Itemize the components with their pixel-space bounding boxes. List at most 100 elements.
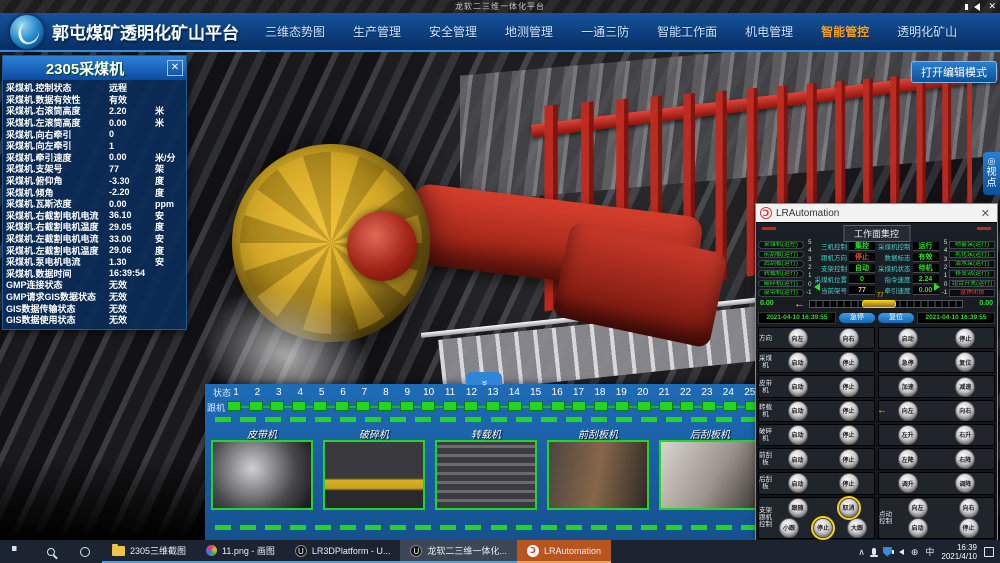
position-slider[interactable]: 77 <box>809 300 963 308</box>
control-button[interactable]: 停止 <box>839 401 859 421</box>
control-button[interactable]: 启动 <box>788 401 808 421</box>
close-icon[interactable]: ✕ <box>167 60 183 76</box>
nav-item-4[interactable]: 地测管理 <box>505 23 553 40</box>
control-button[interactable]: 调升 <box>898 473 918 493</box>
start-button[interactable] <box>0 540 34 563</box>
lra-titlebar[interactable]: Ↄ LRAutomation ✕ <box>756 204 997 222</box>
control-button[interactable]: 启动 <box>898 328 918 348</box>
tray-expand-icon[interactable]: ∧ <box>858 547 865 557</box>
notification-icon[interactable] <box>984 547 994 557</box>
ruler-number: 1 <box>804 273 814 279</box>
control-button[interactable]: 取消 <box>839 498 859 518</box>
collapse-strip-button[interactable]: » <box>466 372 502 385</box>
control-button[interactable]: 启动 <box>788 449 808 469</box>
control-button[interactable]: 向右 <box>959 498 979 518</box>
camera-thumbnail[interactable] <box>435 440 537 510</box>
taskbar-app[interactable]: ULR3DPlatform - U... <box>285 540 401 563</box>
nav-item-2[interactable]: 生产管理 <box>353 23 401 40</box>
device-status-button[interactable]: 组合开关(运行) <box>949 280 995 288</box>
nav-item-5[interactable]: 一通三防 <box>581 23 629 40</box>
control-button[interactable]: 右升 <box>955 425 975 445</box>
control-button[interactable]: 向右 <box>955 401 975 421</box>
close-icon[interactable]: ✕ <box>978 207 993 220</box>
control-button[interactable]: 复位 <box>955 352 975 372</box>
camera-thumbnail[interactable] <box>211 440 313 510</box>
control-button[interactable]: 减速 <box>955 377 975 397</box>
row-value: 1 <box>109 141 155 151</box>
nav-item-3[interactable]: 安全管理 <box>429 23 477 40</box>
clock[interactable]: 16:39 2021/4/10 <box>941 543 977 561</box>
device-status-button[interactable]: 乳化泵(运行) <box>949 251 995 259</box>
nav-item-1[interactable]: 三维态势图 <box>265 23 325 40</box>
control-button[interactable]: 调降 <box>955 473 975 493</box>
control-button[interactable]: 向左 <box>898 401 918 421</box>
estop-button[interactable]: 急停 <box>839 313 875 323</box>
device-status-button[interactable]: 皮带机(运行) <box>758 289 804 297</box>
control-button[interactable]: 启动 <box>908 518 928 538</box>
search-button[interactable] <box>34 540 68 563</box>
window-titlebar[interactable]: 龙软二三维一体化平台 <box>0 0 1000 13</box>
open-edit-mode-button[interactable]: 打开编辑模式 <box>911 61 997 83</box>
device-status-button[interactable]: 后刮板(运行) <box>758 260 804 268</box>
control-button[interactable]: 小跟 <box>779 518 799 538</box>
camera-thumbnail[interactable] <box>547 440 649 510</box>
reset-button[interactable]: 复位 <box>878 313 914 323</box>
device-status-button[interactable]: 移变站(运行) <box>949 270 995 278</box>
device-status-button[interactable]: 前刮板(运行) <box>758 251 804 259</box>
device-status-button[interactable]: 清水泵(运行) <box>949 260 995 268</box>
control-button[interactable]: 启动 <box>788 473 808 493</box>
ime-indicator[interactable]: 中 <box>925 547 934 557</box>
device-status-button[interactable]: 转载机(运行) <box>758 270 804 278</box>
nav-item-8[interactable]: 智能管控 <box>821 23 869 40</box>
control-button[interactable]: 跟随 <box>788 498 808 518</box>
taskbar-app[interactable]: U龙软二三维一体化... <box>400 540 517 563</box>
cortana-button[interactable] <box>68 540 102 563</box>
control-button[interactable]: 启动 <box>788 425 808 445</box>
nav-item-7[interactable]: 机电管理 <box>745 23 793 40</box>
close-icon[interactable]: ✕ <box>988 1 996 12</box>
control-row-buttons: 向左 向右 <box>772 328 874 348</box>
ruler-number: -1 <box>940 290 950 296</box>
nav-item-6[interactable]: 智能工作面 <box>657 23 717 40</box>
taskbar-app[interactable]: 11.png - 画图 <box>196 540 285 563</box>
row-value: 0.00 <box>109 118 155 128</box>
viewpoint-tab[interactable]: ◎ 视点 <box>983 152 1000 195</box>
camera-thumbnail[interactable] <box>323 440 425 510</box>
slider-handle[interactable] <box>862 300 896 308</box>
control-button[interactable]: 急停 <box>898 352 918 372</box>
support-status-square <box>680 401 694 411</box>
control-button[interactable]: 向左 <box>908 498 928 518</box>
control-button[interactable]: 停止 <box>955 328 975 348</box>
control-button[interactable]: 向右 <box>839 328 859 348</box>
volume-icon[interactable] <box>974 3 980 11</box>
indicator-dash <box>440 417 456 422</box>
control-button[interactable]: 停止 <box>839 377 859 397</box>
camera-thumbnail[interactable] <box>659 440 761 510</box>
device-status-button[interactable]: 急停闭锁 <box>949 289 995 297</box>
device-status-button[interactable]: 破碎机(运行) <box>758 280 804 288</box>
control-button[interactable]: 启动 <box>788 352 808 372</box>
security-shield-icon[interactable] <box>883 547 892 557</box>
control-button[interactable]: 停止 <box>959 518 979 538</box>
control-button[interactable]: 大跟 <box>847 518 867 538</box>
taskbar-app[interactable]: ↃLRAutomation <box>517 540 611 563</box>
control-button[interactable]: 右降 <box>955 449 975 469</box>
control-button[interactable]: 停止 <box>839 473 859 493</box>
device-status-button[interactable]: 采煤机(远控) <box>758 241 804 249</box>
control-button[interactable]: 启动 <box>788 377 808 397</box>
speaker-icon[interactable] <box>899 549 904 555</box>
control-button[interactable]: 左降 <box>898 449 918 469</box>
nav-item-9[interactable]: 透明化矿山 <box>897 23 957 40</box>
control-button[interactable]: 停止 <box>839 352 859 372</box>
microphone-icon[interactable] <box>872 548 876 555</box>
control-button[interactable]: 停止 <box>813 518 833 538</box>
taskbar-app[interactable]: 2305三维截图 <box>102 540 196 563</box>
network-icon[interactable]: ⊕ <box>911 547 919 557</box>
control-button[interactable]: 停止 <box>839 449 859 469</box>
device-status-button[interactable]: 喷雾泵(运行) <box>949 241 995 249</box>
control-button[interactable]: 向左 <box>788 328 808 348</box>
control-button[interactable]: 加速 <box>898 377 918 397</box>
control-button[interactable]: 左升 <box>898 425 918 445</box>
row-unit: 安 <box>155 255 183 268</box>
control-button[interactable]: 停止 <box>839 425 859 445</box>
